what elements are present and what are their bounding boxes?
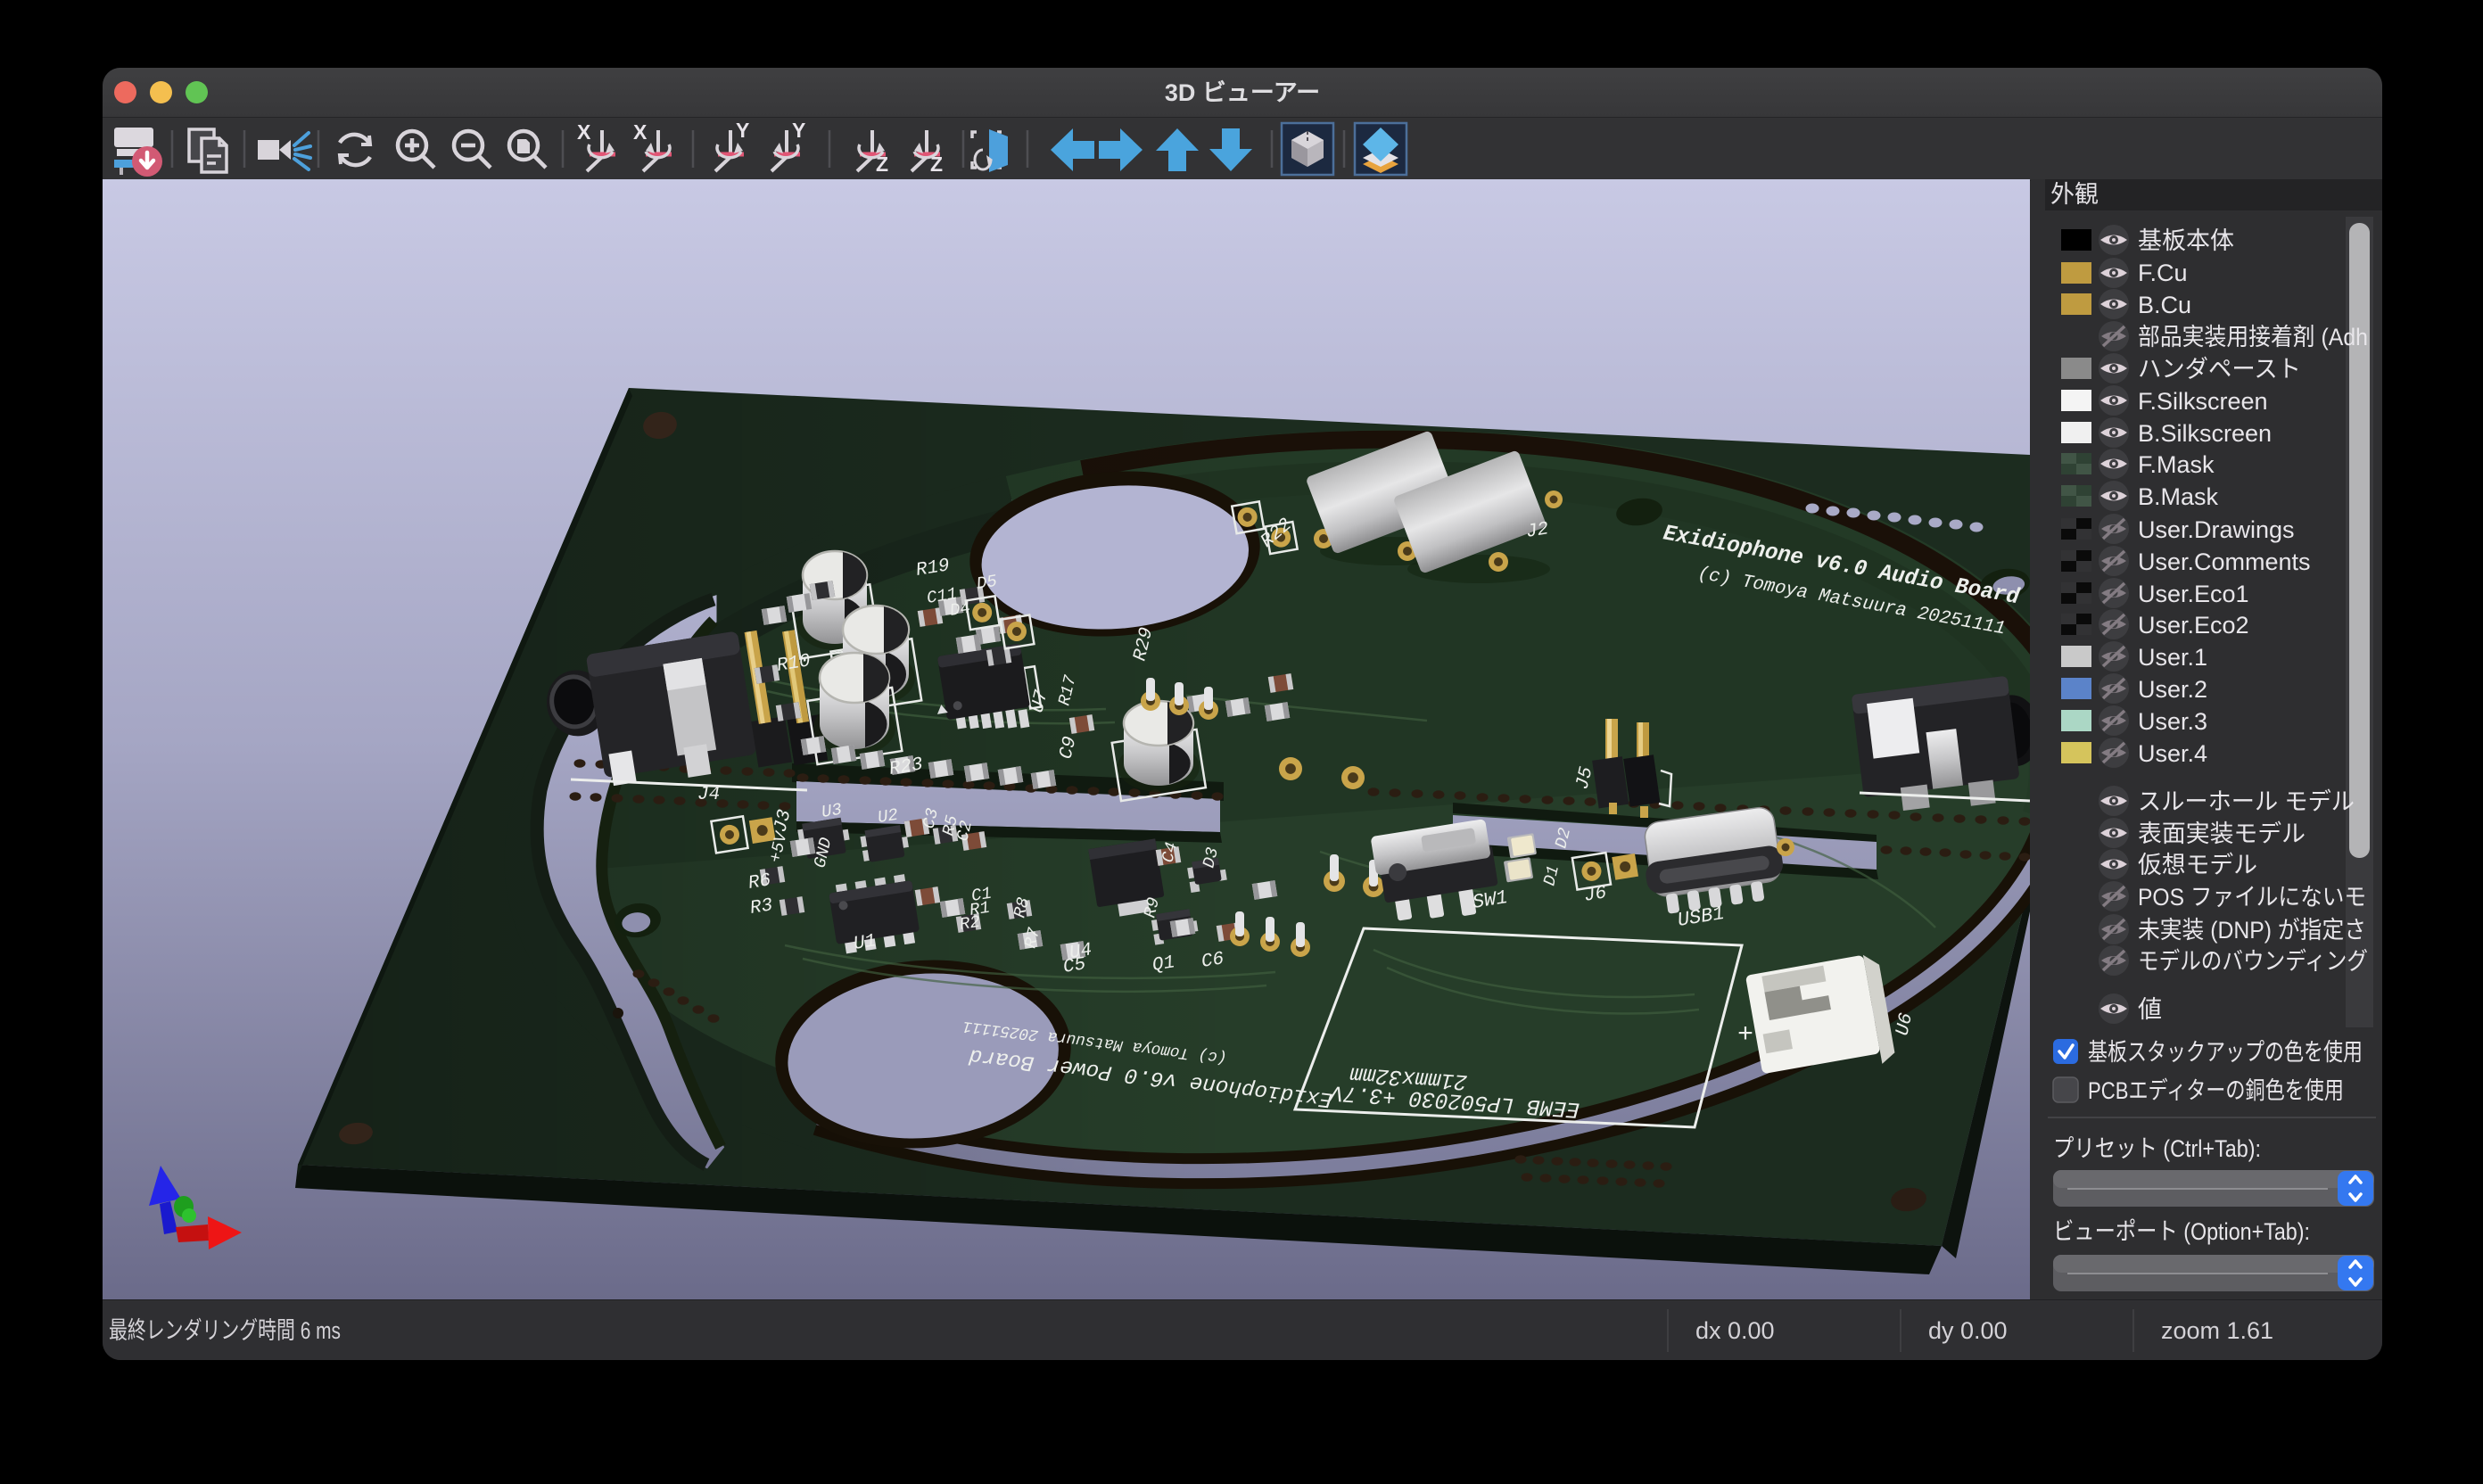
svg-text:J6: J6 — [1582, 883, 1608, 907]
svg-text:X: X — [633, 120, 648, 144]
svg-text:部品実装用接着剤 (Adh: 部品実装用接着剤 (Adh — [2138, 324, 2368, 350]
svg-text:値: 値 — [2138, 996, 2162, 1023]
svg-text:U3: U3 — [820, 800, 843, 822]
svg-text:表面実装モデル: 表面実装モデル — [2138, 820, 2306, 847]
svg-text:+: + — [1737, 1020, 1753, 1051]
svg-text:POS ファイルにないモ: POS ファイルにないモ — [2138, 884, 2366, 911]
svg-text:C6: C6 — [1200, 949, 1225, 973]
svg-text:J4: J4 — [697, 785, 720, 805]
svg-text:プリセット (Ctrl+Tab):: プリセット (Ctrl+Tab): — [2053, 1135, 2261, 1162]
svg-text:User.2: User.2 — [2138, 676, 2207, 703]
svg-text:dx 0.00: dx 0.00 — [1695, 1317, 1775, 1344]
svg-text:基板本体: 基板本体 — [2138, 227, 2234, 254]
svg-text:ハンダペースト: ハンダペースト — [2138, 356, 2301, 383]
svg-text:U1: U1 — [852, 931, 878, 955]
svg-text:B.Mask: B.Mask — [2138, 483, 2219, 510]
svg-text:X: X — [577, 120, 591, 144]
svg-text:User.Eco2: User.Eco2 — [2138, 612, 2249, 639]
svg-text:R3: R3 — [748, 895, 774, 919]
svg-text:C5: C5 — [1061, 954, 1087, 978]
svg-text:D5: D5 — [975, 572, 998, 594]
svg-text:最終レンダリング時間 6 ms: 最終レンダリング時間 6 ms — [109, 1317, 341, 1344]
svg-text:dy 0.00: dy 0.00 — [1928, 1317, 2008, 1344]
svg-text:F.Cu: F.Cu — [2138, 260, 2188, 286]
svg-text:D4: D4 — [948, 598, 971, 621]
svg-text:User.Drawings: User.Drawings — [2138, 516, 2295, 543]
svg-text:Y: Y — [792, 119, 805, 142]
svg-text:R2: R2 — [958, 912, 981, 935]
svg-text:F.Silkscreen: F.Silkscreen — [2138, 388, 2268, 415]
svg-text:R6: R6 — [747, 870, 772, 895]
svg-text:zoom 1.61: zoom 1.61 — [2161, 1317, 2273, 1344]
svg-text:User.Comments: User.Comments — [2138, 548, 2311, 575]
svg-text:ビューポート (Option+Tab):: ビューポート (Option+Tab): — [2053, 1218, 2310, 1245]
svg-text:未実装 (DNP) が指定さ: 未実装 (DNP) が指定さ — [2138, 917, 2366, 944]
svg-text:J2: J2 — [1524, 519, 1550, 543]
svg-text:Y: Y — [736, 119, 749, 142]
svg-text:User.Eco1: User.Eco1 — [2138, 581, 2249, 607]
svg-text:User.1: User.1 — [2138, 644, 2207, 671]
svg-text:B.Silkscreen: B.Silkscreen — [2138, 420, 2272, 447]
svg-text:Q1: Q1 — [1151, 952, 1176, 977]
svg-text:モデルのバウンディング: モデルのバウンディング — [2138, 948, 2368, 975]
svg-text:User.3: User.3 — [2138, 708, 2207, 735]
svg-text:スルーホール モデル: スルーホール モデル — [2138, 788, 2355, 815]
svg-text:仮想モデル: 仮想モデル — [2138, 852, 2257, 878]
svg-text:PCBエディターの銅色を使用: PCBエディターの銅色を使用 — [2088, 1077, 2344, 1104]
svg-text:B.Cu: B.Cu — [2138, 292, 2191, 318]
svg-text:U2: U2 — [876, 805, 899, 828]
svg-text:基板スタックアップの色を使用: 基板スタックアップの色を使用 — [2088, 1039, 2363, 1066]
svg-text:外観: 外観 — [2050, 181, 2099, 208]
svg-text:User.4: User.4 — [2138, 740, 2207, 767]
svg-text:F.Mask: F.Mask — [2138, 451, 2215, 478]
